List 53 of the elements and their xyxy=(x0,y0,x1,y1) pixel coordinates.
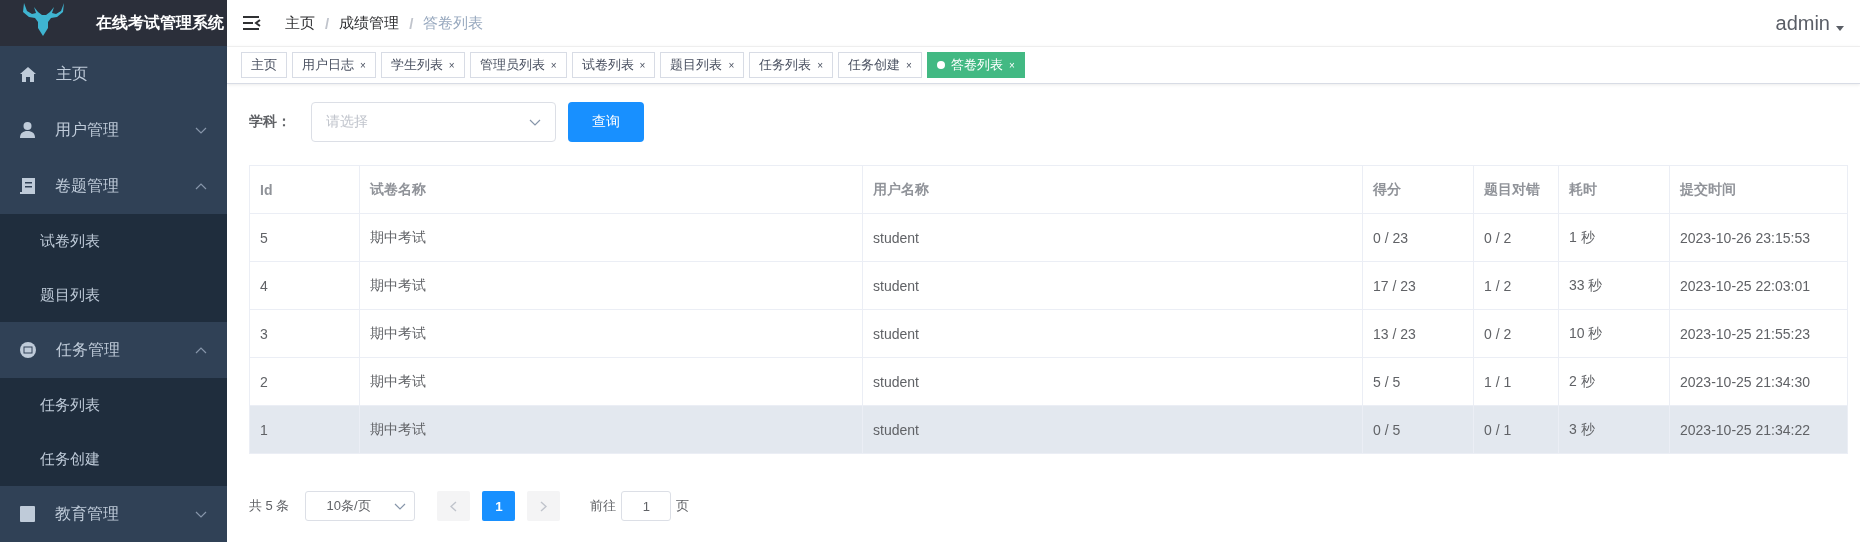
calculator-icon xyxy=(20,342,36,358)
table-cell: 1 xyxy=(250,406,360,454)
page-input[interactable]: 1 xyxy=(621,491,672,521)
tab[interactable]: 试卷列表 × xyxy=(571,52,656,78)
tab[interactable]: 任务创建 × xyxy=(838,52,922,78)
breadcrumb-item: 答卷列表 xyxy=(423,13,484,33)
close-icon[interactable]: × xyxy=(728,59,735,71)
tab[interactable]: 主页 xyxy=(241,52,287,78)
document-icon xyxy=(20,178,35,194)
chevron-down-icon xyxy=(529,118,541,126)
breadcrumb-separator: / xyxy=(409,14,414,32)
close-icon[interactable]: × xyxy=(906,59,912,71)
caret-icon xyxy=(1836,25,1844,31)
goto-label: 前往 xyxy=(590,497,617,515)
next-page-button[interactable] xyxy=(527,491,561,521)
close-icon[interactable]: × xyxy=(360,59,366,71)
field-label: 学科： xyxy=(249,113,292,131)
home-icon xyxy=(20,66,36,82)
breadcrumb-item[interactable]: 成绩管理 xyxy=(339,13,400,33)
submenu-item[interactable]: 任务创建 xyxy=(0,432,227,486)
close-icon[interactable]: × xyxy=(639,59,646,71)
table-cell: 0 / 5 xyxy=(1363,406,1474,454)
chevron-right-icon xyxy=(540,500,548,512)
close-icon[interactable]: × xyxy=(448,59,455,71)
chevron-left-icon xyxy=(450,500,458,512)
total-count: 共 5 条 xyxy=(249,497,290,515)
chevron-down-icon xyxy=(394,502,407,510)
table-cell: student xyxy=(863,406,1363,454)
tab[interactable]: 用户日志 × xyxy=(292,52,376,78)
submenu-item[interactable]: 试卷列表 xyxy=(0,214,227,268)
tab[interactable]: 题目列表 × xyxy=(660,52,745,78)
tab[interactable]: 任务列表 × xyxy=(749,52,834,78)
app-title: 在线考试管理系统 xyxy=(96,12,224,33)
tab[interactable]: 管理员列表 × xyxy=(469,52,567,78)
breadcrumb-separator: / xyxy=(325,14,330,32)
table-cell: 期中考试 xyxy=(360,406,863,454)
status-dot xyxy=(936,61,945,69)
breadcrumb-item[interactable]: 主页 xyxy=(285,13,315,33)
table-cell: 2023-10-25 21:34:22 xyxy=(1670,406,1848,454)
book-icon xyxy=(20,506,35,522)
tab[interactable]: 学生列表 × xyxy=(380,52,465,78)
page-size-select[interactable]: 10条/页 xyxy=(305,491,416,521)
page-unit: 页 xyxy=(676,497,690,515)
menu-toggle-icon[interactable] xyxy=(243,16,261,30)
table-cell: 0 / 1 xyxy=(1474,406,1559,454)
close-icon[interactable]: × xyxy=(550,59,557,71)
submenu-item[interactable]: 题目列表 xyxy=(0,268,227,322)
submenu-item[interactable]: 任务列表 xyxy=(0,378,227,432)
user-menu[interactable]: admin xyxy=(1775,11,1830,35)
close-icon[interactable]: × xyxy=(817,59,824,71)
table-cell: 3 秒 xyxy=(1559,406,1670,454)
previous-page-button[interactable] xyxy=(437,491,471,521)
user-icon xyxy=(20,122,35,138)
